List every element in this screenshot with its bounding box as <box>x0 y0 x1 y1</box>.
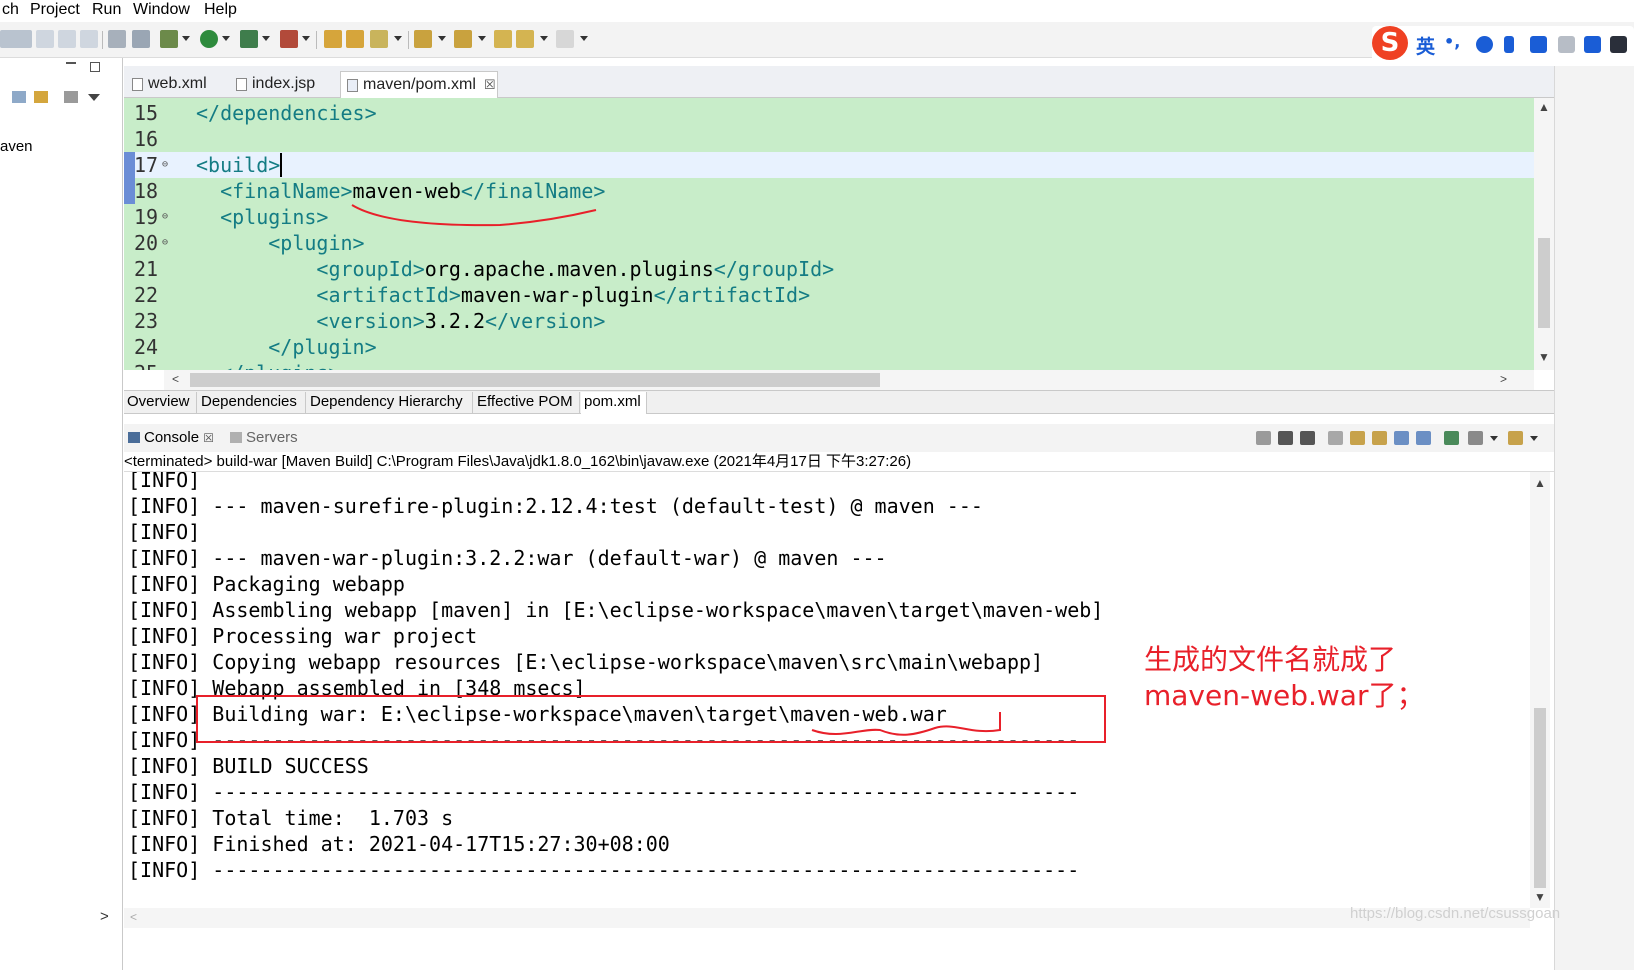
watermark: https://blog.csdn.net/csussgoan <box>1350 905 1561 922</box>
annotation-text: 生成的文件名就成了 maven-web.war了； <box>1144 643 1425 712</box>
annotation-underlines <box>351 204 1001 736</box>
final-name-underline <box>351 204 597 227</box>
highlight-box <box>196 695 1106 743</box>
